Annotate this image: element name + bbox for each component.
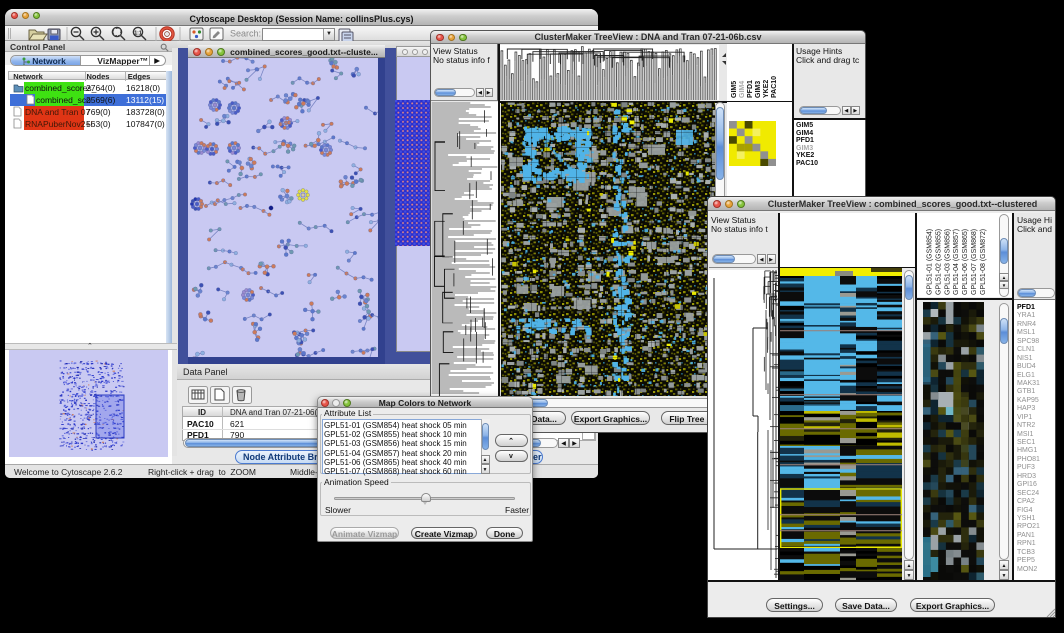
svg-text:GPL51-07 (GSM868): GPL51-07 (GSM868) bbox=[971, 229, 978, 295]
svg-text:Search:: Search: bbox=[230, 28, 261, 38]
svg-text:1:1: 1:1 bbox=[134, 30, 141, 36]
svg-text:GPL51-04 (GSM857): GPL51-04 (GSM857) bbox=[953, 229, 960, 295]
svg-text:GPL51-03 (GSM856): GPL51-03 (GSM856) bbox=[944, 229, 951, 295]
svg-text:GIM4: GIM4 bbox=[739, 81, 746, 98]
svg-text:YKE2: YKE2 bbox=[763, 80, 770, 98]
svg-text:GPL51-01 (GSM854): GPL51-01 (GSM854) bbox=[927, 229, 934, 295]
svg-text:GIM3: GIM3 bbox=[755, 81, 762, 98]
svg-text:GIM5: GIM5 bbox=[731, 81, 738, 98]
svg-text:GPL51-08 (GSM872): GPL51-08 (GSM872) bbox=[980, 229, 987, 295]
svg-text:PFD1: PFD1 bbox=[747, 80, 754, 98]
svg-text:PAC10: PAC10 bbox=[771, 76, 778, 98]
svg-text:GPL51-02 (GSM855): GPL51-02 (GSM855) bbox=[936, 229, 943, 295]
svg-text:GPL51-06 (GSM865): GPL51-06 (GSM865) bbox=[962, 229, 969, 295]
